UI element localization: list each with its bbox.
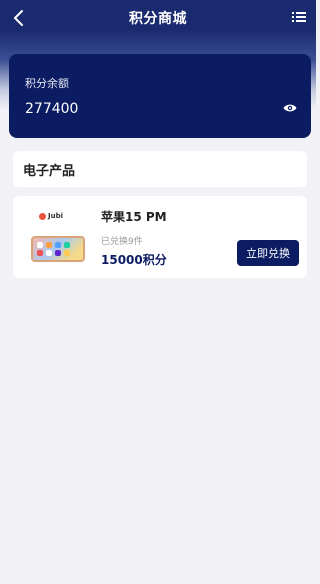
back-arrow-icon[interactable] xyxy=(12,10,26,26)
top-navigation-bar: 积分商城 xyxy=(0,0,316,36)
phone-image xyxy=(31,236,85,262)
points-balance-card: 积分余额 277400 xyxy=(9,54,311,138)
eye-icon[interactable] xyxy=(283,103,297,113)
redeem-now-button[interactable]: 立即兑换 xyxy=(237,240,299,266)
brand-logo-text: Jubi xyxy=(48,212,63,220)
balance-label: 积分余额 xyxy=(25,77,69,90)
page-title: 积分商城 xyxy=(129,11,187,27)
product-thumbnail: Jubi xyxy=(27,208,85,266)
brand-logo: Jubi xyxy=(39,212,63,220)
product-points-price: 15000积分 xyxy=(101,253,167,267)
list-menu-icon[interactable] xyxy=(292,11,306,23)
product-card[interactable]: Jubi 苹果15 PM 已兑换9件 15000积分 立即兑换 xyxy=(13,196,307,278)
category-section-header: 电子产品 xyxy=(13,151,307,187)
redeemed-count: 已兑换9件 xyxy=(101,237,143,247)
category-title: 电子产品 xyxy=(23,164,76,179)
product-name: 苹果15 PM xyxy=(101,210,167,224)
balance-value: 277400 xyxy=(25,101,79,117)
